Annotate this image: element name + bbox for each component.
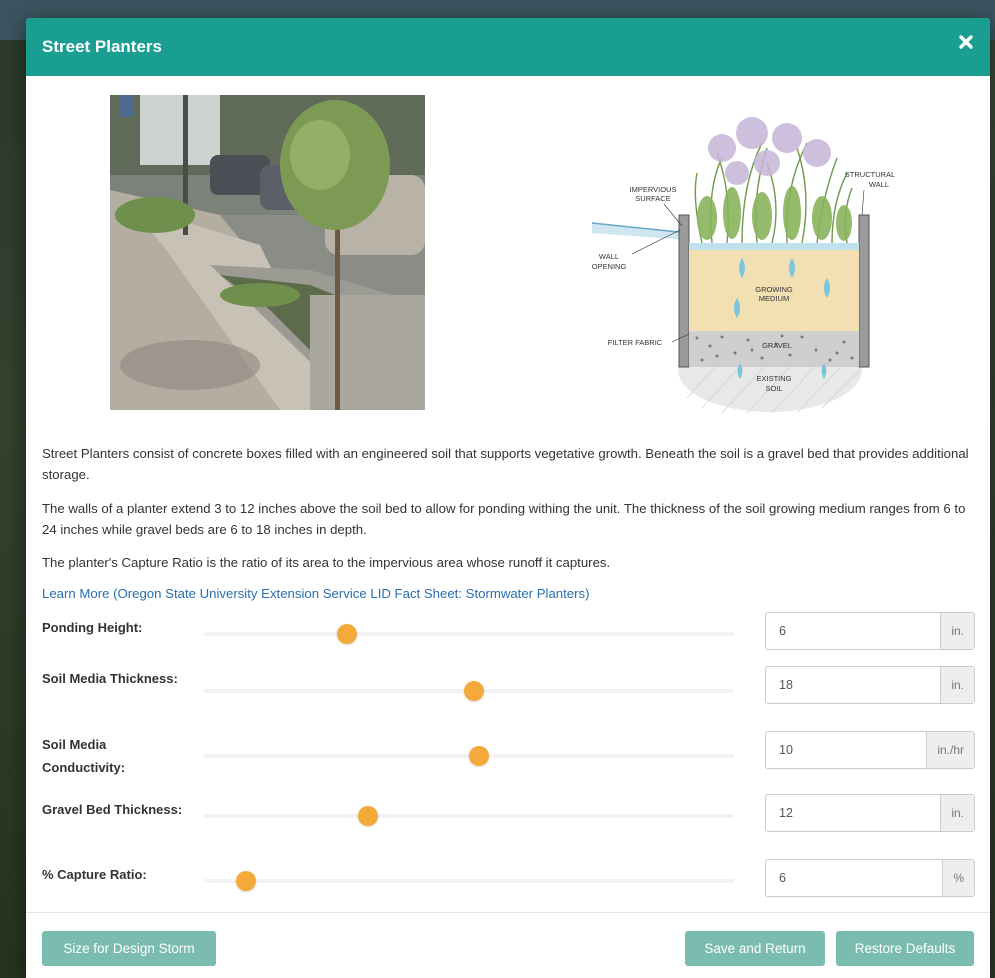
footer-divider xyxy=(26,912,990,913)
description-paragraph: Street Planters consist of concrete boxe… xyxy=(42,446,969,482)
slider-handle[interactable] xyxy=(235,871,256,891)
diagram-label-wall-opening-2: OPENING xyxy=(592,262,626,271)
diagram-label-filter-fabric: FILTER FABRIC xyxy=(608,338,663,347)
diagram-label-impervious: IMPERVIOUS xyxy=(630,185,677,194)
slider-handle[interactable] xyxy=(463,681,484,701)
diagram-label-growing: GROWING xyxy=(755,285,793,294)
save-and-return-button[interactable]: Save and Return xyxy=(685,931,825,966)
param-value-input[interactable] xyxy=(766,860,943,896)
diagram-label-gravel: GRAVEL xyxy=(762,341,792,350)
slider-handle[interactable] xyxy=(469,746,489,766)
slider-track[interactable] xyxy=(204,879,734,883)
slider-handle[interactable] xyxy=(336,624,357,644)
diagram-label-existing: EXISTING xyxy=(756,374,791,383)
learn-more-link[interactable]: Learn More (Oregon State University Exte… xyxy=(42,586,590,601)
param-label: Soil Media Conductivity: xyxy=(42,737,126,775)
size-for-design-storm-button[interactable]: Size for Design Storm xyxy=(42,931,216,966)
close-icon[interactable] xyxy=(958,34,974,50)
slider-handle[interactable] xyxy=(357,806,378,826)
param-value-input[interactable] xyxy=(766,732,927,768)
street-planters-dialog: Street Planters IMPERVIOUS SURFACE STRUC… xyxy=(26,18,990,978)
description-paragraph: The planter's Capture Ratio is the ratio… xyxy=(42,555,611,570)
dialog-title: Street Planters xyxy=(42,37,162,56)
param-value-input[interactable] xyxy=(766,667,941,703)
param-label: % Capture Ratio: xyxy=(42,867,147,882)
param-input-group: % xyxy=(765,859,975,897)
street-planter-photo xyxy=(110,95,425,410)
param-input-group: in. xyxy=(765,612,975,650)
diagram-label-medium: MEDIUM xyxy=(759,294,789,303)
unit-addon: in. xyxy=(940,667,974,703)
slider-track[interactable] xyxy=(204,632,734,636)
param-value-input[interactable] xyxy=(766,613,941,649)
description-paragraph: The walls of a planter extend 3 to 12 in… xyxy=(42,501,966,537)
street-planter-diagram: IMPERVIOUS SURFACE STRUCTURAL WALL WALL … xyxy=(592,108,900,418)
param-label: Gravel Bed Thickness: xyxy=(42,802,183,817)
param-input-group: in. xyxy=(765,794,975,832)
dialog-header: Street Planters xyxy=(26,18,990,76)
diagram-label-soil: SOIL xyxy=(765,384,782,393)
diagram-label-surface: SURFACE xyxy=(635,194,670,203)
diagram-label-wall-opening-1: WALL xyxy=(599,252,619,261)
slider-track[interactable] xyxy=(204,814,734,818)
param-input-group: in./hr xyxy=(765,731,975,769)
param-label: Soil Media Thickness: xyxy=(42,671,178,686)
param-input-group: in. xyxy=(765,666,975,704)
diagram-label-structural: STRUCTURAL xyxy=(845,170,895,179)
unit-addon: in. xyxy=(940,795,974,831)
unit-addon: % xyxy=(942,860,974,896)
unit-addon: in. xyxy=(940,613,974,649)
unit-addon: in./hr xyxy=(926,732,974,768)
restore-defaults-button[interactable]: Restore Defaults xyxy=(836,931,974,966)
param-value-input[interactable] xyxy=(766,795,941,831)
diagram-label-wall: WALL xyxy=(869,180,889,189)
background-map-left xyxy=(0,40,26,978)
param-label: Ponding Height: xyxy=(42,620,143,635)
